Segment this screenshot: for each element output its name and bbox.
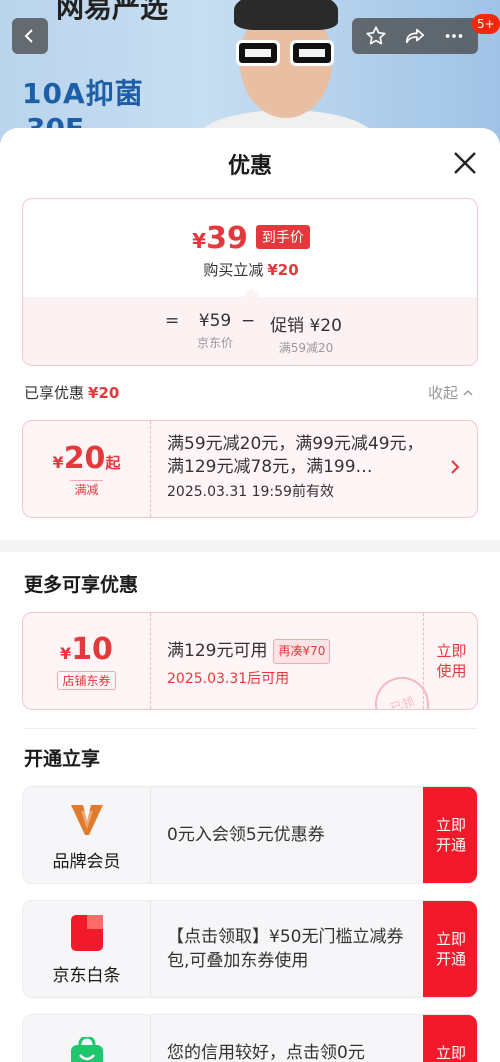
separator — [24, 728, 478, 729]
minus-sign: − — [241, 311, 256, 331]
coupon-condition: 满129元可用 — [167, 641, 268, 661]
back-button[interactable] — [12, 18, 48, 54]
banner-top-word: 网易严选 — [56, 0, 169, 24]
shopping-bag-icon — [67, 1035, 107, 1062]
enjoyed-discount: 已享优惠 ¥20 — [24, 384, 120, 402]
open-now-button[interactable]: 立即 — [423, 1015, 477, 1062]
open-now-button[interactable]: 立即开通 — [423, 787, 477, 883]
open-now-button[interactable]: 立即开通 — [423, 901, 477, 997]
equals-sign: = — [165, 311, 180, 331]
chevron-left-icon — [24, 29, 33, 43]
banner-model-image — [196, 0, 376, 150]
coupon-validity: 2025.03.31 19:59前有效 — [167, 484, 334, 500]
coupon-description: 满59元减20元，满99元减49元，满129元减78元，满199… — [167, 434, 424, 477]
price-formula: = ¥59 京东价 − 促销 ¥20 满59减20 — [23, 311, 477, 361]
card-text: 【点击领取】¥50无门槛立减券包,可叠加东券使用 — [167, 927, 404, 971]
coupon-amount-area: ¥10 店铺东券 — [23, 613, 151, 709]
price-breakdown-card: ¥39 到手价 购买立减 ¥20 = ¥59 京东价 − 促销 ¥20 满59减2… — [22, 198, 478, 366]
card-name: 京东白条 — [52, 965, 121, 986]
use-now-button[interactable]: 立即使用 — [423, 613, 477, 709]
discount-sheet: 优惠 ¥39 到手价 购买立减 ¥20 = ¥59 京东价 − 促销 ¥20 满5… — [0, 128, 500, 1062]
section-divider — [0, 540, 500, 552]
card-name: 品牌会员 — [52, 851, 121, 872]
card-text: 您的信用较好，点击领0元 — [167, 1043, 365, 1062]
coupon-type: 店铺东券 — [57, 671, 116, 690]
sheet-title: 优惠 — [227, 154, 272, 179]
credit-offer-card: 您的信用较好，点击领0元 立即 — [22, 1014, 478, 1062]
star-icon[interactable] — [361, 21, 391, 51]
banner-brand-line1: 10A抑菌 — [22, 77, 144, 110]
close-icon — [454, 152, 476, 174]
promo-price: 促销 ¥20 满59减20 — [270, 316, 342, 355]
add-more-tag: 再凑¥70 — [273, 639, 331, 664]
more-icon[interactable] — [439, 21, 469, 51]
chevron-up-icon — [463, 389, 473, 396]
brand-member-card: 品牌会员 0元入会领5元优惠券 立即开通 — [22, 786, 478, 884]
close-button[interactable] — [448, 146, 482, 180]
brand-v-logo-icon — [67, 799, 107, 839]
baitiao-logo-icon — [67, 913, 107, 953]
message-badge: 5+ — [472, 14, 500, 34]
final-price-tag: 到手价 — [255, 225, 310, 249]
jd-baitiao-card: 京东白条 【点击领取】¥50无门槛立减券包,可叠加东券使用 立即开通 — [22, 900, 478, 998]
final-price: ¥39 — [192, 221, 248, 256]
chevron-right-icon[interactable] — [449, 459, 461, 480]
card-text: 0元入会领5元优惠券 — [167, 825, 325, 845]
top-action-bar — [352, 18, 478, 54]
store-coupon: ¥10 店铺东券 满129元可用 再凑¥70 2025.03.31后可用 已领 立… — [22, 612, 478, 710]
more-discounts-title: 更多可享优惠 — [24, 574, 139, 596]
final-price-row: ¥39 到手价 — [23, 221, 477, 256]
full-reduction-coupon[interactable]: ¥20起 满减 满59元减20元，满99元减49元，满129元减78元，满199… — [22, 420, 478, 518]
share-icon[interactable] — [400, 21, 430, 51]
coupon-amount-area: ¥20起 满减 — [23, 421, 151, 517]
open-enjoy-title: 开通立享 — [24, 748, 101, 770]
reduce-line: 购买立减 ¥20 — [203, 261, 299, 279]
coupon-type: 满减 — [70, 479, 103, 498]
collapse-toggle[interactable]: 收起 — [428, 382, 474, 403]
base-price: ¥59 京东价 — [196, 311, 233, 350]
